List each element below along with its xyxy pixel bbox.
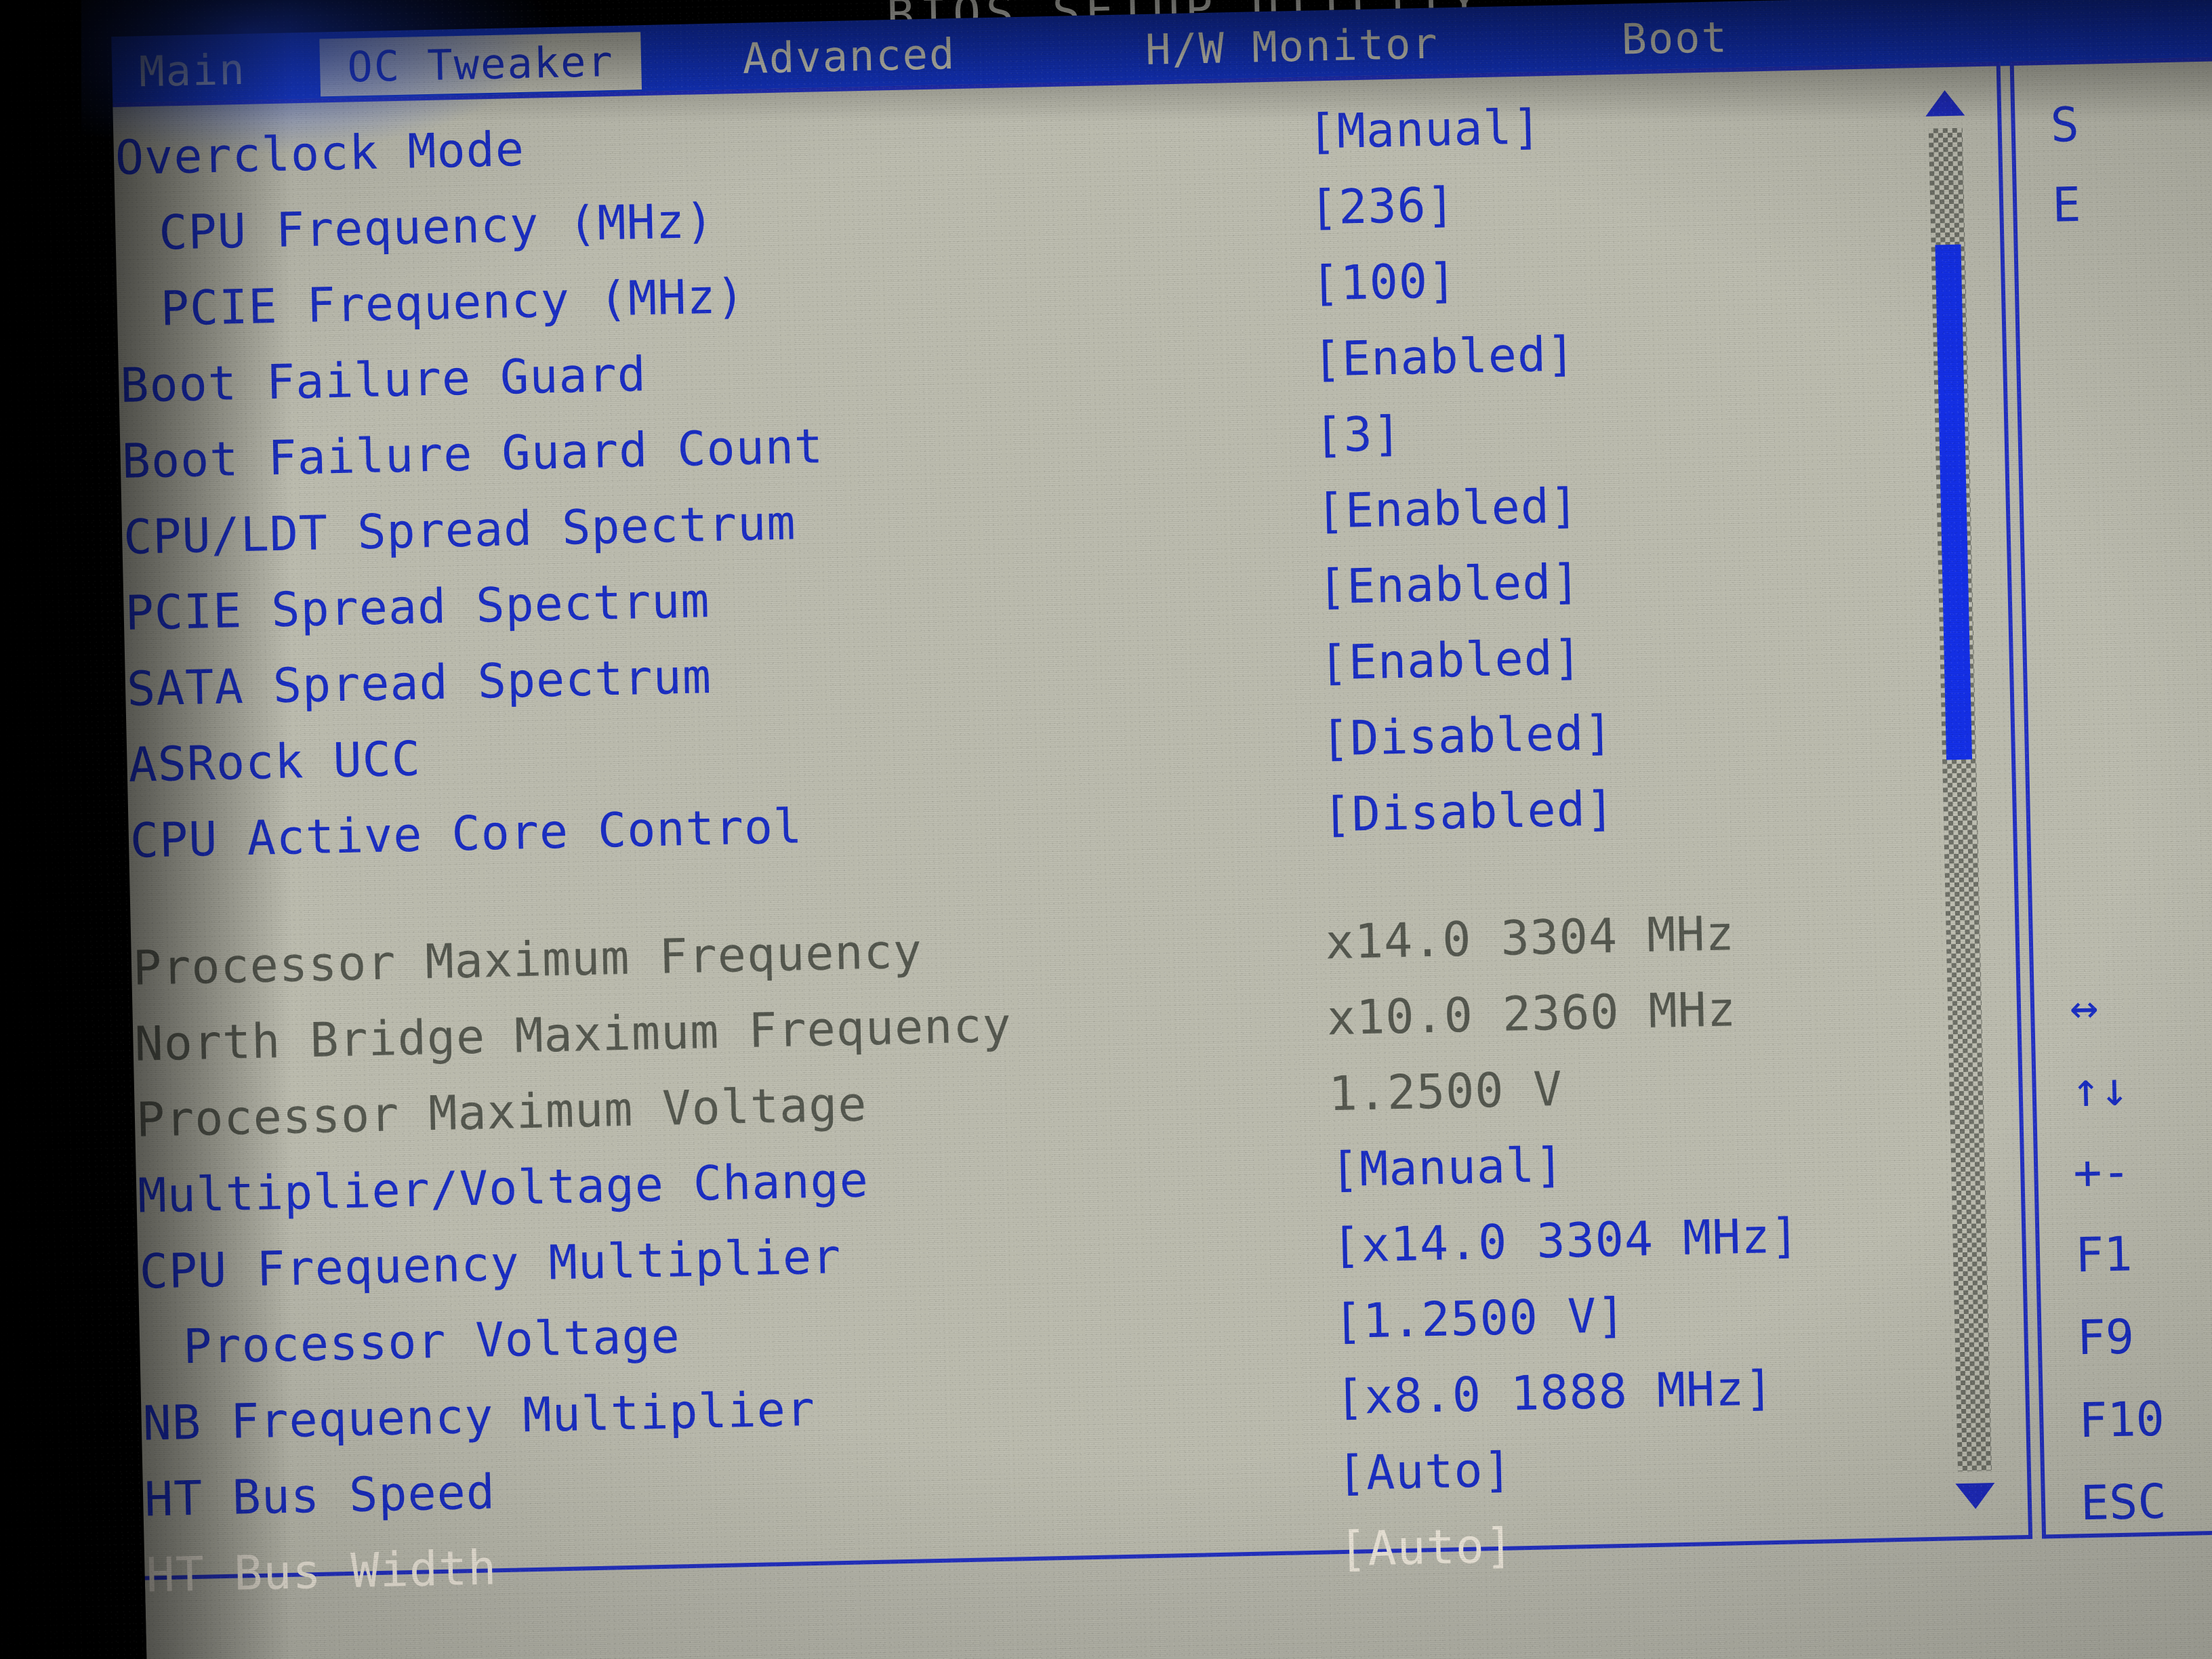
setting-value[interactable]: [Enabled]	[1315, 478, 1580, 539]
help-legend-panel: SE ↔ ↑↓ +- F1 F9 F10 ESC	[2009, 54, 2212, 1539]
setting-value[interactable]: [236]	[1309, 177, 1456, 236]
legend-entry: F10	[2078, 1378, 2165, 1462]
setting-value[interactable]: [x8.0 1888 MHz]	[1334, 1360, 1774, 1425]
tab-spacer	[983, 50, 1118, 53]
legend-entry: ESC	[2080, 1460, 2167, 1539]
setting-label: HT Bus Speed	[144, 1464, 496, 1528]
legend-key-icon: F10	[2078, 1391, 2165, 1449]
setting-label: Overclock Mode	[115, 121, 525, 186]
scroll-up-arrow-icon[interactable]	[1925, 89, 1965, 117]
setting-value[interactable]: [x14.0 3304 MHz]	[1332, 1208, 1801, 1273]
setting-value[interactable]: [Disabled]	[1320, 705, 1614, 766]
settings-list[interactable]: Overclock Mode [Manual] CPU Frequency (MHz…	[115, 91, 1914, 1623]
setting-value[interactable]: [Enabled]	[1312, 326, 1576, 387]
legend-key-icon: ↑↓	[2070, 1061, 2129, 1118]
setting-value[interactable]: 1.2500 V	[1328, 1061, 1563, 1122]
legend-key-icon: F1	[2074, 1226, 2133, 1284]
tab-boot[interactable]: Boot	[1594, 7, 1756, 68]
tab-spacer	[1466, 39, 1595, 42]
monitor-screen: BIOS SETUP UTILITY MainOC TweakerAdvance…	[0, 0, 2212, 1659]
settings-panel: Overclock Mode [Manual] CPU Frequency (MHz…	[49, 62, 2033, 1603]
setting-value[interactable]: [Manual]	[1330, 1137, 1565, 1198]
setting-label: Boot Failure Guard	[119, 346, 647, 413]
legend-key-icon: F9	[2076, 1309, 2135, 1366]
help-heading-line: S	[2049, 96, 2080, 153]
tab-spacer	[641, 59, 716, 60]
setting-label: ASRock UCC	[127, 731, 422, 793]
tab-main[interactable]: Main	[111, 39, 273, 100]
setting-value[interactable]: x14.0 3304 MHz	[1325, 905, 1736, 970]
tab-oc-tweaker[interactable]: OC Tweaker	[319, 31, 642, 96]
legend-key-icon: +-	[2072, 1143, 2131, 1201]
bios-body: Overclock Mode [Manual] CPU Frequency (MHz…	[49, 54, 2212, 1659]
bios-screen-photo: BIOS SETUP UTILITY MainOC TweakerAdvance…	[0, 0, 2212, 1659]
setting-value[interactable]: [Enabled]	[1319, 630, 1583, 691]
tab-advanced[interactable]: Advanced	[715, 24, 983, 88]
legend-key-icon: ↔	[2069, 979, 2100, 1036]
setting-value[interactable]: [Enabled]	[1317, 554, 1581, 615]
setting-value[interactable]: [Manual]	[1307, 99, 1542, 160]
legend-entry: +-	[2072, 1130, 2160, 1214]
help-heading: SE	[2049, 85, 2082, 245]
legend-entry: F9	[2076, 1295, 2163, 1380]
legend-entry: ↔	[2069, 964, 2156, 1049]
scrollbar[interactable]	[1924, 89, 1997, 1510]
setting-value[interactable]: [3]	[1313, 406, 1402, 464]
setting-label: Processor Voltage	[182, 1308, 681, 1375]
legend-key-icon: ESC	[2080, 1473, 2167, 1532]
setting-label: HT Bus Width	[145, 1540, 498, 1603]
setting-value[interactable]: [Auto]	[1336, 1442, 1513, 1502]
legend-entry: ↑↓	[2070, 1047, 2158, 1132]
setting-value[interactable]: [Disabled]	[1322, 781, 1616, 842]
tab-h-w-monitor[interactable]: H/W Monitor	[1118, 14, 1466, 79]
setting-value[interactable]: [1.2500 V]	[1333, 1288, 1626, 1349]
scrollbar-track[interactable]	[1928, 127, 1992, 1472]
help-heading-line: E	[2051, 176, 2082, 233]
setting-label: PCIE Spread Spectrum	[124, 573, 711, 641]
setting-value[interactable]: [Auto]	[1338, 1518, 1515, 1578]
key-legend: ↔ ↑↓ +- F1 F9 F10 ESC	[2069, 964, 2167, 1539]
scroll-down-arrow-icon[interactable]	[1955, 1483, 1996, 1510]
tab-spacer	[273, 67, 321, 68]
scrollbar-thumb[interactable]	[1935, 244, 1973, 760]
setting-value[interactable]: [100]	[1311, 253, 1458, 312]
legend-entry: F1	[2074, 1212, 2162, 1297]
setting-value[interactable]: x10.0 2360 MHz	[1326, 981, 1737, 1046]
setting-label: SATA Spread Spectrum	[126, 649, 712, 717]
